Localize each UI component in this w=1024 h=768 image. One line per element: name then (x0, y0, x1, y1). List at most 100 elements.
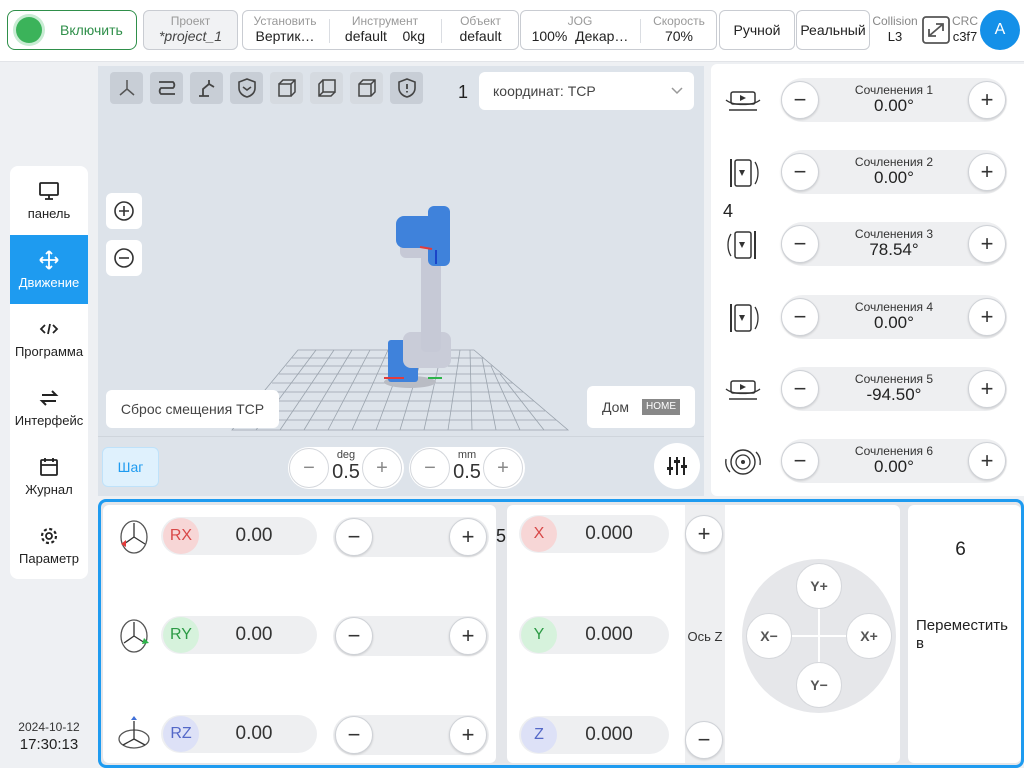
sidebar-item-settings[interactable]: Параметр (10, 511, 88, 579)
swap-icon (39, 389, 59, 406)
deg-step-stepper: − deg 0.5 + (288, 447, 404, 489)
joint-3-increase-button[interactable]: + (968, 225, 1006, 263)
collision-level[interactable]: Collision L3 (871, 14, 919, 44)
robot-3d-view[interactable]: 1 координат: TCP Сброс смещения TCP Дом … (98, 66, 704, 496)
jog-selector[interactable]: JOG 100% Декар… (521, 11, 639, 49)
robot-model (384, 206, 451, 388)
mode-real-button[interactable]: Реальный (796, 10, 870, 50)
joint-wrist3-icon (725, 449, 761, 475)
joint-base-icon (725, 91, 761, 111)
install-selector[interactable]: Установить Вертик… (243, 11, 327, 49)
rx-row: RX 0.00 − + (103, 517, 496, 557)
rotate-x-icon (120, 520, 148, 554)
sidebar-item-dashboard[interactable]: панель (10, 166, 88, 235)
y-value: 0.000 (585, 624, 633, 645)
ry-value: 0.00 (235, 624, 273, 645)
deg-increase-button[interactable]: + (362, 448, 402, 488)
user-avatar[interactable]: A (980, 10, 1020, 50)
y-minus-button[interactable]: Y− (796, 662, 842, 708)
joint-3-control: − Сочленения 3 78.54° + (781, 222, 1007, 266)
top-bar: Включить Проект *project_1 Установить Ве… (0, 0, 1024, 62)
ry-increase-button[interactable]: + (449, 617, 487, 655)
y-plus-button[interactable]: Y+ (796, 563, 842, 609)
mm-step-stepper: − mm 0.5 + (409, 447, 525, 489)
sidebar-item-motion[interactable]: Движение (10, 235, 88, 304)
speed-selector[interactable]: Скорость 70% (642, 11, 716, 49)
joint-3-name: Сочленения 3 (854, 227, 934, 241)
joint-4-increase-button[interactable]: + (968, 298, 1006, 336)
joint-1-name: Сочленения 1 (854, 83, 934, 97)
joint-6-increase-button[interactable]: + (968, 442, 1006, 480)
sidebar-item-label: панель (27, 205, 71, 221)
sidebar-item-program[interactable]: Программа (10, 304, 88, 373)
mode-manual-button[interactable]: Ручной (719, 10, 795, 50)
install-value: Вертик… (255, 28, 315, 44)
x-axis-badge: X (521, 516, 557, 552)
gear-icon (40, 527, 58, 544)
x-plus-button[interactable]: X+ (846, 613, 892, 659)
rz-increase-button[interactable]: + (449, 716, 487, 754)
divider (640, 19, 641, 43)
joint-2-increase-button[interactable]: + (968, 153, 1006, 191)
joint-4-name: Сочленения 4 (854, 300, 934, 314)
joint-1-control: − Сочленения 1 0.00° + (781, 78, 1007, 122)
sidebar-item-label: Параметр (19, 550, 79, 566)
project-selector[interactable]: Проект *project_1 (143, 10, 238, 50)
z-increase-button[interactable]: + (685, 515, 723, 553)
joint-row-2: − Сочленения 2 0.00° + (711, 150, 1024, 194)
clock: 2024-10-12 17:30:13 (10, 720, 88, 753)
tool-caption: Инструмент (351, 14, 419, 28)
fullscreen-button[interactable] (921, 16, 951, 44)
cartesian-jog-panel: RX 0.00 − + RY 0.00 − + RZ 0.00 − + 5 X … (98, 499, 1024, 768)
joint-4-value: 0.00° (874, 313, 914, 332)
rx-decrease-button[interactable]: − (335, 518, 373, 556)
joint-5-decrease-button[interactable]: − (781, 370, 819, 408)
collision-caption: Collision (872, 14, 918, 28)
tune-settings-button[interactable] (654, 443, 700, 489)
joint-6-decrease-button[interactable]: − (781, 442, 819, 480)
reset-tcp-offset-button[interactable]: Сброс смещения TCP (106, 390, 279, 428)
rz-decrease-button[interactable]: − (335, 716, 373, 754)
home-button[interactable]: Дом HOME (587, 386, 695, 428)
sidebar-item-interface[interactable]: Интерфейс (10, 373, 88, 442)
joint-6-value: 0.00° (874, 457, 914, 476)
installation-group: Установить Вертик… Инструмент default 0k… (242, 10, 519, 50)
joint-wrist2-icon (725, 380, 761, 400)
enable-label: Включить (60, 22, 123, 38)
x-value: 0.000 (585, 523, 633, 544)
joint-1-decrease-button[interactable]: − (781, 81, 819, 119)
sidebar-item-log[interactable]: Журнал (10, 442, 88, 511)
move-to-button[interactable]: 6 Переместить в (908, 505, 1021, 763)
joint-wrist1-icon (730, 304, 759, 332)
rz-jog-control: − + (333, 715, 489, 755)
monitor-icon (39, 181, 59, 200)
divider (441, 19, 442, 43)
enable-button[interactable]: Включить (7, 10, 137, 50)
joint-row-1: − Сочленения 1 0.00° + (711, 78, 1024, 122)
power-status-icon (16, 17, 42, 43)
joint-5-value: -94.50° (866, 385, 922, 404)
joint-4-control: − Сочленения 4 0.00° + (781, 295, 1007, 339)
object-selector[interactable]: Объект default (443, 11, 518, 49)
joint-row-6: − Сочленения 6 0.00° + (711, 439, 1024, 483)
project-caption: Проект (170, 14, 211, 28)
joint-2-decrease-button[interactable]: − (781, 153, 819, 191)
rx-axis-badge: RX (163, 518, 199, 554)
z-value: 0.000 (585, 724, 633, 745)
step-toggle-button[interactable]: Шаг (102, 447, 159, 487)
joint-1-increase-button[interactable]: + (968, 81, 1006, 119)
joint-3-decrease-button[interactable]: − (781, 225, 819, 263)
ry-decrease-button[interactable]: − (335, 617, 373, 655)
joint-5-increase-button[interactable]: + (968, 370, 1006, 408)
rx-increase-button[interactable]: + (449, 518, 487, 556)
tool-selector[interactable]: Инструмент default 0kg (331, 11, 439, 49)
sidebar-item-label: Программа (14, 343, 84, 359)
ry-display: RY 0.00 (161, 616, 317, 654)
joint-4-decrease-button[interactable]: − (781, 298, 819, 336)
object-caption: Объект (460, 14, 501, 28)
joint-elbow-icon (727, 231, 756, 259)
mm-increase-button[interactable]: + (483, 448, 523, 488)
joint-6-name: Сочленения 6 (854, 444, 934, 458)
z-decrease-button[interactable]: − (685, 721, 723, 759)
x-minus-button[interactable]: X− (746, 613, 792, 659)
